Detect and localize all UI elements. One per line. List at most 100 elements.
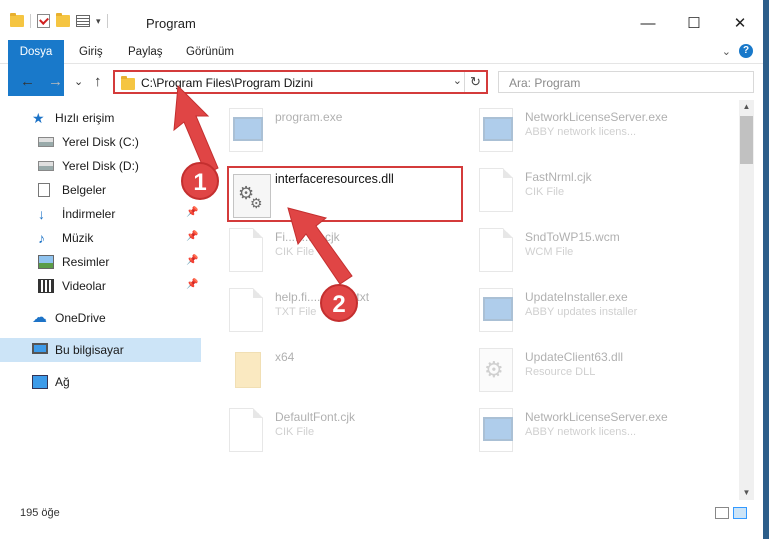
maximize-button[interactable]: ☐	[671, 8, 717, 38]
file-item[interactable]: Fi..........t.cjk CIK File	[205, 220, 445, 276]
sidebar-item-videos[interactable]: Videolar 📌	[0, 274, 201, 298]
sidebar-item-local-disk-c[interactable]: Yerel Disk (C:)	[0, 130, 201, 154]
file-name: Fi..........t.cjk	[275, 230, 340, 244]
cloud-icon: ☁	[32, 309, 47, 326]
sidebar-item-local-disk-d[interactable]: Yerel Disk (D:)	[0, 154, 201, 178]
search-placeholder: Ara: Program	[509, 76, 581, 90]
file-item[interactable]: SndToWP15.wcm WCM File	[455, 220, 695, 276]
new-folder-icon[interactable]	[56, 13, 70, 27]
file-list: program.exe Fi..........t.cjk CIK File h…	[205, 100, 739, 500]
address-bar[interactable]: C:\Program Files\Program Dizini ⌄ ↻	[113, 70, 488, 94]
file-item[interactable]: FastNrml.cjk CIK File	[455, 160, 695, 216]
star-icon: ★	[32, 110, 45, 126]
sidebar-item-network[interactable]: Ağ	[0, 370, 201, 394]
step-badge-1: 1	[181, 162, 219, 200]
dll-icon: ⚙	[479, 348, 513, 392]
network-icon	[32, 375, 48, 389]
address-dropdown-icon[interactable]: ⌄	[453, 74, 462, 87]
window-title: Program	[146, 16, 196, 31]
computer-icon	[32, 343, 48, 354]
help-icon[interactable]: ?	[739, 44, 753, 58]
sidebar-item-label: Yerel Disk (D:)	[62, 159, 139, 173]
forward-button[interactable]: →	[48, 73, 63, 90]
file-name: UpdateClient63.dll	[525, 350, 624, 364]
file-name: NetworkLicenseServer.exe	[525, 410, 668, 424]
pin-icon[interactable]: 📌	[186, 279, 198, 290]
sidebar-item-this-pc[interactable]: Bu bilgisayar	[0, 338, 201, 362]
ribbon-tabs: Dosya Giriş Paylaş Görünüm ⌄ ?	[0, 40, 763, 96]
executable-icon	[479, 288, 513, 332]
scroll-down-icon[interactable]: ▼	[739, 486, 754, 500]
pictures-icon	[38, 255, 54, 269]
executable-icon	[479, 408, 513, 452]
sidebar-item-label: Müzik	[62, 231, 94, 245]
tab-home[interactable]: Giriş	[79, 40, 103, 64]
navigation-pane: ★ Hızlı erişim Yerel Disk (C:) Yerel Dis…	[0, 100, 205, 500]
executable-icon	[229, 108, 263, 152]
sidebar-item-onedrive[interactable]: ☁ OneDrive	[0, 306, 201, 330]
file-type: CIK File	[525, 186, 565, 198]
folder-icon[interactable]	[10, 13, 24, 27]
file-icon	[229, 228, 263, 272]
folder-icon	[235, 352, 261, 388]
sidebar-item-downloads[interactable]: ↓ İndirmeler 📌	[0, 202, 201, 226]
executable-icon	[479, 108, 513, 152]
pin-icon[interactable]: 📌	[186, 207, 198, 218]
details-view-icon[interactable]	[715, 507, 729, 519]
status-bar: 195 öğe	[0, 503, 763, 525]
navigation-bar: ← → ⌄ ↑ C:\Program Files\Program Dizini …	[0, 64, 763, 100]
scrollbar-thumb[interactable]	[740, 116, 753, 164]
back-button[interactable]: ←	[20, 73, 35, 90]
sidebar-item-quick-access[interactable]: ★ Hızlı erişim	[0, 106, 201, 130]
file-icon	[229, 288, 263, 332]
download-icon: ↓	[38, 206, 45, 222]
refresh-button[interactable]: ↻	[464, 72, 486, 92]
separator	[106, 14, 108, 28]
file-item[interactable]: NetworkLicenseServer.exe ABBY network li…	[455, 400, 695, 456]
tab-share[interactable]: Paylaş	[128, 40, 163, 64]
file-type: ABBY network licens...	[525, 126, 637, 138]
pin-icon[interactable]: 📌	[186, 231, 198, 242]
music-icon: ♪	[38, 230, 45, 246]
file-item[interactable]: DefaultFont.cjk CIK File	[205, 400, 445, 456]
view-options-icon[interactable]	[76, 15, 90, 27]
dll-icon: ⚙ ⚙	[233, 174, 271, 218]
qat-dropdown-icon[interactable]: ▾	[96, 16, 101, 27]
sidebar-item-label: Resimler	[62, 255, 110, 269]
expand-ribbon-icon[interactable]: ⌄	[722, 45, 731, 58]
folder-icon	[121, 76, 135, 90]
sidebar-item-pictures[interactable]: Resimler 📌	[0, 250, 201, 274]
file-icon	[479, 228, 513, 272]
file-item[interactable]: x64	[205, 340, 445, 396]
sidebar-item-label: OneDrive	[55, 311, 106, 325]
sidebar-item-label: Yerel Disk (C:)	[62, 135, 139, 149]
recent-locations-button[interactable]: ⌄	[74, 75, 83, 88]
file-item[interactable]: ⚙ UpdateClient63.dll Resource DLL	[455, 340, 695, 396]
file-name: SndToWP15.wcm	[525, 230, 620, 244]
pin-icon[interactable]: 📌	[186, 255, 198, 266]
minimize-button[interactable]: —	[625, 8, 671, 38]
scroll-up-icon[interactable]: ▲	[739, 100, 754, 114]
sidebar-item-music[interactable]: ♪ Müzik 📌	[0, 226, 201, 250]
highlighted-file[interactable]: ⚙ ⚙ interfaceresources.dll	[227, 166, 463, 222]
file-item[interactable]: NetworkLicenseServer.exe ABBY network li…	[455, 100, 695, 156]
tab-view[interactable]: Görünüm	[186, 40, 234, 64]
file-icon	[229, 408, 263, 452]
sidebar-item-documents[interactable]: Belgeler 📌	[0, 178, 201, 202]
properties-check-icon[interactable]	[37, 14, 50, 28]
gear-icon: ⚙	[484, 357, 504, 382]
title-bar: ▾ Program — ☐ ✕	[0, 0, 763, 40]
search-input[interactable]: Ara: Program	[498, 71, 754, 93]
up-button[interactable]: ↑	[94, 73, 102, 90]
large-icons-view-icon[interactable]	[733, 507, 747, 519]
close-button[interactable]: ✕	[717, 8, 763, 38]
document-icon	[38, 183, 50, 197]
vertical-scrollbar[interactable]: ▲ ▼	[739, 100, 754, 500]
step-badge-2: 2	[320, 284, 358, 322]
address-path[interactable]: C:\Program Files\Program Dizini	[141, 76, 313, 90]
file-item[interactable]: program.exe	[205, 100, 445, 156]
ribbon-controls: ⌄ ?	[722, 44, 753, 58]
file-item[interactable]: UpdateInstaller.exe ABBY updates install…	[455, 280, 695, 336]
file-type: ABBY updates installer	[525, 306, 638, 318]
file-type: TXT File	[275, 306, 317, 318]
